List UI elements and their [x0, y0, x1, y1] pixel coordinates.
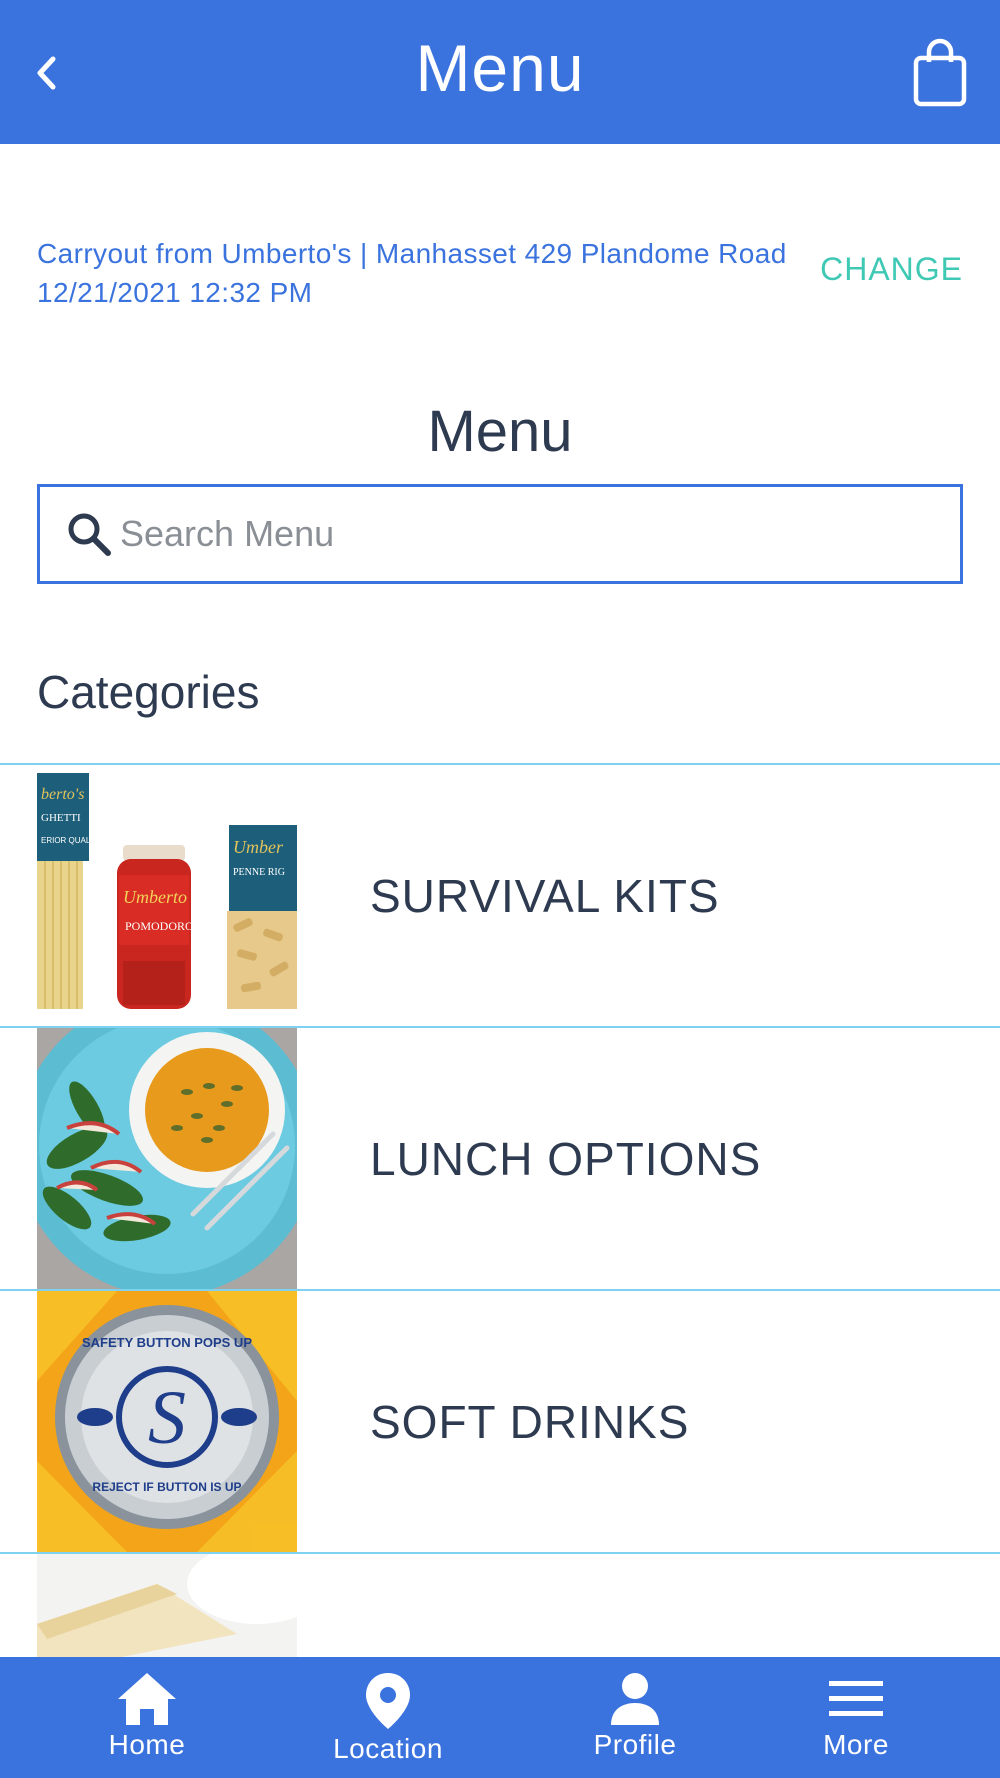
shopping-bag-icon — [913, 38, 967, 107]
svg-text:S: S — [148, 1376, 186, 1460]
search-input[interactable] — [120, 489, 960, 579]
category-image-bottle-cap: SAFETY BUTTON POPS UP REJECT IF BUTTON I… — [37, 1291, 297, 1552]
svg-text:Umberto: Umberto — [123, 887, 187, 907]
svg-text:REJECT IF BUTTON IS UP: REJECT IF BUTTON IS UP — [92, 1480, 241, 1494]
tab-label: Location — [333, 1733, 443, 1764]
person-icon — [611, 1673, 659, 1725]
page-title: Menu — [427, 399, 573, 464]
category-label: SURVIVAL KITS — [370, 869, 720, 922]
home-icon — [118, 1673, 176, 1725]
change-order-button[interactable]: CHANGE — [820, 251, 963, 288]
tab-more[interactable]: More — [806, 1657, 906, 1778]
category-list: berto's GHETTI ERIOR QUALITY Umberto POM… — [0, 763, 1000, 1778]
svg-text:POMODORO: POMODORO — [125, 919, 194, 933]
svg-text:PENNE RIG: PENNE RIG — [233, 867, 285, 878]
svg-text:SAFETY BUTTON POPS UP: SAFETY BUTTON POPS UP — [82, 1335, 252, 1350]
svg-text:GHETTI: GHETTI — [41, 812, 81, 824]
bottom-tab-bar: Home Location Profile More — [0, 1657, 1000, 1778]
category-label: LUNCH OPTIONS — [370, 1132, 762, 1185]
tab-home[interactable]: Home — [86, 1657, 208, 1778]
category-label: SOFT DRINKS — [370, 1395, 690, 1448]
app-header: Menu — [0, 0, 1000, 144]
svg-text:berto's: berto's — [41, 786, 84, 803]
tab-label: Home — [108, 1729, 186, 1760]
category-survival-kits[interactable]: berto's GHETTI ERIOR QUALITY Umberto POM… — [0, 763, 1000, 1026]
search-box[interactable] — [37, 484, 963, 584]
tab-location[interactable]: Location — [318, 1657, 458, 1778]
search-icon — [68, 513, 111, 556]
svg-text:ERIOR QUALITY: ERIOR QUALITY — [41, 836, 103, 845]
category-soft-drinks[interactable]: SAFETY BUTTON POPS UP REJECT IF BUTTON I… — [0, 1289, 1000, 1552]
tab-label: More — [823, 1729, 889, 1760]
cart-button[interactable] — [910, 38, 970, 108]
map-pin-icon — [366, 1673, 410, 1729]
categories-heading: Categories — [37, 666, 260, 718]
order-info-text: Carryout from Umberto's | Manhasset 429 … — [37, 238, 787, 308]
svg-text:Umber: Umber — [233, 837, 284, 857]
category-image-pasta-products: berto's GHETTI ERIOR QUALITY Umberto POM… — [37, 765, 297, 1026]
category-image-soup-salad — [37, 1028, 297, 1289]
hamburger-menu-icon — [829, 1681, 883, 1716]
header-title: Menu — [415, 31, 585, 105]
tab-label: Profile — [593, 1729, 677, 1760]
tab-profile[interactable]: Profile — [574, 1657, 696, 1778]
category-lunch-options[interactable]: LUNCH OPTIONS — [0, 1026, 1000, 1289]
